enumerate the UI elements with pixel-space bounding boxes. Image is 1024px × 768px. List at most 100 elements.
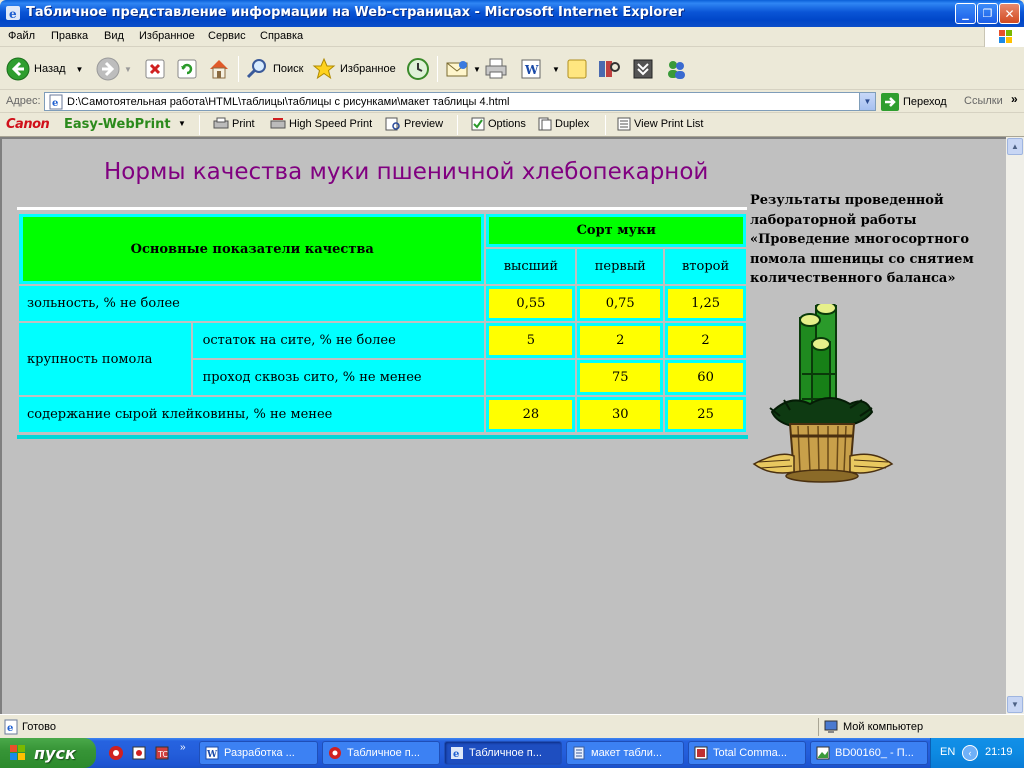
forward-button[interactable]: ▼ <box>96 54 132 84</box>
word-icon: W <box>205 746 219 760</box>
grade-second: второй <box>665 249 746 284</box>
empty-value-cell <box>486 360 576 395</box>
edit-dropdown-icon[interactable]: ▼ <box>552 65 560 74</box>
back-arrow-icon <box>6 57 30 81</box>
preview-button[interactable]: Preview <box>385 117 443 131</box>
links-toolbar[interactable]: Ссылки <box>964 95 1003 107</box>
value-cell: 30 <box>577 397 664 432</box>
messenger-button[interactable] <box>664 54 688 84</box>
word-icon: W <box>521 59 541 79</box>
toolbar-separator <box>199 115 200 135</box>
favorites-label: Избранное <box>340 63 396 75</box>
refresh-button[interactable] <box>177 54 197 84</box>
go-arrow-icon <box>881 93 899 111</box>
minimize-button[interactable]: _ <box>955 3 976 24</box>
canon-print-button[interactable]: Print <box>213 117 255 131</box>
mail-dropdown-icon[interactable]: ▼ <box>473 65 481 74</box>
extension-icon <box>633 59 653 79</box>
tray-expand-icon[interactable]: ‹ <box>962 745 978 761</box>
address-value: D:\Самотоятельная работа\HTML\таблицы\та… <box>67 95 510 108</box>
menu-edit[interactable]: Правка <box>51 30 88 42</box>
address-bar: Адрес: e D:\Самотоятельная работа\HTML\т… <box>0 90 1024 113</box>
standard-toolbar: Назад ▼ ▼ Поиск Избранное ▼ W ▼ <box>0 48 1024 90</box>
scroll-up-icon[interactable]: ▲ <box>1007 138 1023 155</box>
search-button[interactable]: Поиск <box>245 54 303 84</box>
home-button[interactable] <box>207 54 231 84</box>
svg-text:W: W <box>524 63 539 77</box>
svg-text:e: e <box>7 723 13 734</box>
task-label: Табличное п... <box>469 747 542 759</box>
extension-button[interactable] <box>632 54 654 84</box>
back-button[interactable]: Назад ▼ <box>6 54 83 84</box>
menu-tools[interactable]: Сервис <box>208 30 246 42</box>
quicklaunch-overflow-icon[interactable]: » <box>180 742 186 753</box>
back-dropdown-icon[interactable]: ▼ <box>76 65 84 74</box>
menu-view[interactable]: Вид <box>104 30 124 42</box>
quicklaunch-app2-icon[interactable]: TC <box>154 745 170 761</box>
scroll-down-icon[interactable]: ▼ <box>1007 696 1023 713</box>
search-icon <box>246 59 266 79</box>
toolbar-separator <box>238 56 239 82</box>
messenger-icon <box>668 61 685 79</box>
address-input[interactable]: e D:\Самотоятельная работа\HTML\таблицы\… <box>44 92 876 111</box>
maximize-button[interactable]: ❐ <box>977 3 998 24</box>
refresh-icon <box>177 59 197 79</box>
quality-table: Основные показатели качества Сорт муки в… <box>17 212 748 434</box>
high-speed-print-button[interactable]: High Speed Print <box>270 117 372 131</box>
vertical-scrollbar[interactable]: ▲ ▼ <box>1006 137 1024 714</box>
view-print-list-label: View Print List <box>634 118 704 130</box>
canon-logo: Canon <box>6 117 50 132</box>
menu-file[interactable]: Файл <box>8 30 35 42</box>
easy-webprint-dropdown-icon[interactable]: ▼ <box>178 119 186 128</box>
research-button[interactable] <box>597 54 621 84</box>
mail-button[interactable]: ▼ <box>445 54 481 84</box>
easy-webprint-menu[interactable]: Easy-WebPrint <box>64 117 171 132</box>
toolbar-overflow-icon[interactable]: » <box>1011 92 1018 106</box>
stop-button[interactable] <box>145 54 165 84</box>
task-ie-active[interactable]: e Табличное п... <box>444 741 562 765</box>
page-done-icon: e <box>4 719 18 735</box>
task-total-commander[interactable]: Total Comma... <box>688 741 806 765</box>
history-button[interactable] <box>406 54 430 84</box>
task-notepad[interactable]: макет табли... <box>566 741 684 765</box>
duplex-button[interactable]: Duplex <box>538 117 589 131</box>
internet-explorer-icon: e <box>451 747 463 760</box>
start-button[interactable]: пуск <box>0 738 96 768</box>
task-opera[interactable]: Табличное п... <box>322 741 440 765</box>
task-label: Total Comma... <box>713 747 787 759</box>
go-button[interactable]: Переход <box>881 93 947 111</box>
forward-dropdown-icon[interactable]: ▼ <box>124 65 132 74</box>
options-label: Options <box>488 118 526 130</box>
options-button[interactable]: Options <box>471 117 526 131</box>
home-icon <box>210 60 228 79</box>
stop-icon <box>145 59 165 79</box>
print-button[interactable] <box>484 54 508 84</box>
canon-print-label: Print <box>232 118 255 130</box>
svg-text:TC: TC <box>157 750 168 759</box>
quicklaunch-app-icon[interactable] <box>131 745 147 761</box>
menu-help[interactable]: Справка <box>260 30 303 42</box>
menu-favorites[interactable]: Избранное <box>139 30 195 42</box>
address-dropdown-icon[interactable]: ▼ <box>859 93 875 110</box>
system-tray: EN ‹ 21:19 <box>930 738 1024 768</box>
view-print-list-button[interactable]: View Print List <box>617 117 704 131</box>
lab-work-caption: Результаты проведенной лабораторной рабо… <box>750 193 974 286</box>
value-cell: 2 <box>577 323 664 358</box>
task-word[interactable]: W Разработка ... <box>199 741 318 765</box>
quicklaunch-opera-icon[interactable] <box>108 745 124 761</box>
windows-flag-icon <box>10 745 25 760</box>
value-cell: 28 <box>486 397 576 432</box>
printer-icon <box>485 58 507 79</box>
edit-word-button[interactable]: W ▼ <box>520 54 560 84</box>
favorites-button[interactable]: Избранное <box>312 54 396 84</box>
discuss-button[interactable] <box>566 54 588 84</box>
search-label: Поиск <box>273 63 304 75</box>
toolbar-separator <box>437 56 438 82</box>
task-image-viewer[interactable]: BD00160_ - П... <box>810 741 928 765</box>
svg-text:W: W <box>206 750 218 760</box>
close-button[interactable]: ✕ <box>999 3 1020 24</box>
research-icon <box>599 61 620 77</box>
language-indicator[interactable]: EN <box>940 746 955 758</box>
windows-logo-icon <box>984 27 1024 47</box>
total-commander-icon <box>694 746 708 760</box>
